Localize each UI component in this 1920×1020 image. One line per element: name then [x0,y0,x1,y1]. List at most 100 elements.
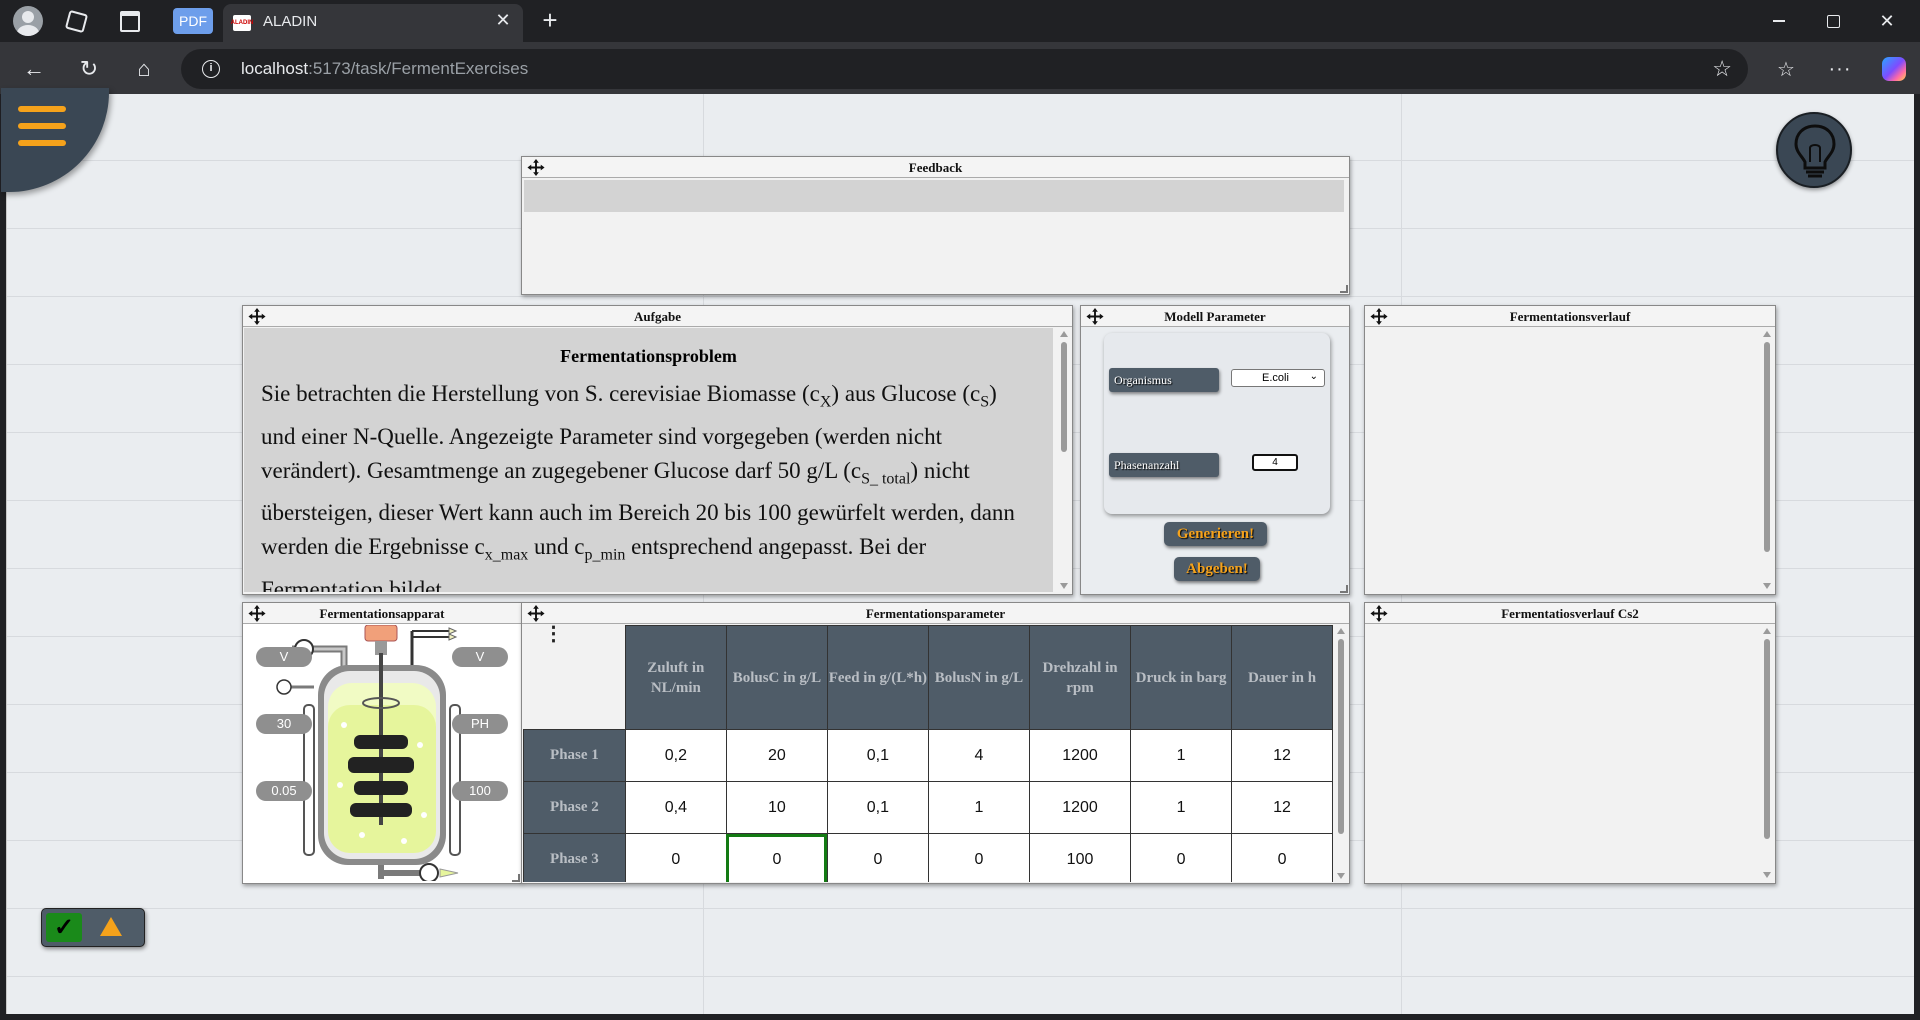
copilot-icon[interactable] [1877,52,1911,86]
aufgabe-header[interactable]: Aufgabe [243,306,1072,327]
url-text[interactable]: localhost:5173/task/FermentExercises [241,59,528,79]
more-vertical-icon[interactable]: ⋮ [544,625,564,644]
move-icon[interactable] [247,604,267,623]
temperature-readout: 30 [256,714,312,734]
pdf-tab[interactable]: PDF [173,8,213,34]
workspace-grid: Feedback Aufgabe Fermentationsproblem Si… [1,88,1914,1014]
move-icon[interactable] [1085,307,1105,326]
table-cell[interactable]: 1 [927,781,1030,834]
tab-actions-icon[interactable] [117,8,143,34]
home-icon[interactable]: ⌂ [127,52,161,86]
chevron-down-icon: ⌄ [1309,371,1318,382]
modell-form: Organismus E.coli ⌄ Phasenanzahl 4 [1104,333,1330,514]
params-scrollbar[interactable] [1335,625,1347,882]
address-bar[interactable]: i localhost:5173/task/FermentExercises ☆ [181,49,1748,89]
table-cell[interactable]: 10 [725,781,828,834]
volume-right-readout: V [452,647,508,667]
page-viewport: Feedback Aufgabe Fermentationsproblem Si… [0,88,1920,1020]
lightbulb-icon [1794,124,1836,178]
table-cell[interactable]: 0,1 [826,729,929,782]
tab-close-icon[interactable]: ✕ [491,10,515,34]
favorites-icon[interactable]: ☆ [1769,52,1803,86]
table-cell[interactable]: 1200 [1028,729,1132,782]
fermentationsparameter-panel: Fermentationsparameter ⋮ Zuluft in NL/mi… [521,602,1350,884]
params-table-container: ⋮ Zuluft in NL/min BolusC in g/L Feed in… [523,625,1333,882]
move-icon[interactable] [247,307,267,326]
resize-handle[interactable] [1340,285,1348,293]
window-minimize-icon[interactable] [1756,4,1802,38]
tab-aladin[interactable]: ALADIN ALADIN ✕ [223,4,523,42]
fermentationsverlauf-panel: Fermentationsverlauf [1364,305,1776,595]
menu-corner [1,88,109,192]
browser-toolbar: ← ↻ ⌂ i localhost:5173/task/FermentExerc… [0,42,1920,94]
bookmark-star-icon[interactable]: ☆ [1712,56,1732,82]
table-cell[interactable]: 0,4 [624,781,727,834]
verlauf-scrollbar[interactable] [1761,328,1773,592]
move-icon[interactable] [1369,604,1389,623]
move-icon[interactable] [1369,307,1389,326]
hamburger-menu-icon[interactable] [18,106,68,156]
table-cell[interactable]: 0 [1130,833,1233,882]
workspaces-icon[interactable] [63,8,89,34]
table-cell[interactable]: 20 [725,729,828,782]
profile-avatar-icon[interactable] [13,6,43,36]
back-arrow-icon[interactable]: ← [17,52,51,86]
volume-left-readout: V [256,647,312,667]
table-cell[interactable]: 0 [624,833,727,882]
table-cell[interactable]: 0,1 [826,781,929,834]
table-row: Phase 3 0 0 0 0 100 0 0 [523,833,1333,882]
verlauf2-header[interactable]: Fermentatiosverlauf Cs2 [1365,603,1775,624]
table-cell[interactable]: 0 [927,833,1030,882]
apparat-header[interactable]: Fermentationsapparat [243,603,521,624]
column-header: Zuluft in NL/min [624,625,727,730]
parameters-table: ⋮ Zuluft in NL/min BolusC in g/L Feed in… [523,625,1333,882]
generate-button[interactable]: Generieren! [1164,522,1267,546]
verlauf2-scrollbar[interactable] [1761,625,1773,881]
table-cell[interactable]: 4 [927,729,1030,782]
feedback-header[interactable]: Feedback [522,157,1349,178]
hint-lightbulb-button[interactable] [1776,112,1852,188]
modell-header[interactable]: Modell Parameter [1081,306,1349,327]
table-cell-selected[interactable]: 0 [725,833,828,882]
move-icon[interactable] [526,604,546,623]
organismus-select[interactable]: E.coli ⌄ [1231,369,1325,387]
table-cell[interactable]: 12 [1231,729,1333,782]
site-info-icon[interactable]: i [202,60,220,78]
submit-button[interactable]: Abgeben! [1174,557,1260,581]
column-header: Drehzahl in rpm [1028,625,1132,730]
table-cell[interactable]: 1 [1130,729,1233,782]
table-cell[interactable]: 0,2 [624,729,727,782]
table-cell[interactable]: 100 [1028,833,1132,882]
table-cell[interactable]: 1200 [1028,781,1132,834]
resize-handle[interactable] [1340,585,1348,593]
url-path: :5173/task/FermentExercises [308,59,529,78]
window-maximize-icon[interactable] [1810,4,1856,38]
feedback-title: Feedback [908,160,963,175]
resize-handle[interactable] [512,874,520,882]
move-icon[interactable] [526,158,546,177]
right-lower-readout: 100 [452,781,508,801]
column-header: Druck in barg [1130,625,1233,730]
check-icon[interactable]: ✓ [46,913,82,942]
table-cell[interactable]: 12 [1231,781,1333,834]
aufgabe-description: Sie betrachten die Herstellung von S. ce… [261,381,1015,592]
table-cell[interactable]: 0 [826,833,929,882]
params-header[interactable]: Fermentationsparameter [522,603,1349,624]
reload-icon[interactable]: ↻ [72,52,106,86]
verlauf-header[interactable]: Fermentationsverlauf [1365,306,1775,327]
warning-icon[interactable] [100,917,122,936]
feedback-panel: Feedback [521,156,1350,295]
more-options-icon[interactable]: ··· [1823,52,1857,86]
table-cell[interactable]: 1 [1130,781,1233,834]
phasenanzahl-input[interactable]: 4 [1252,454,1298,471]
verlauf2-content [1366,625,1762,881]
table-cell[interactable]: 0 [1231,833,1333,882]
window-close-icon[interactable]: ✕ [1864,4,1910,38]
column-header: BolusC in g/L [725,625,828,730]
status-indicator[interactable]: ✓ [41,908,145,947]
aufgabe-scrollbar[interactable] [1058,328,1070,592]
new-tab-icon[interactable]: + [535,6,565,36]
apparat-title: Fermentationsapparat [319,606,445,621]
row-header: Phase 3 [523,833,626,882]
tab-title: ALADIN [263,13,318,30]
